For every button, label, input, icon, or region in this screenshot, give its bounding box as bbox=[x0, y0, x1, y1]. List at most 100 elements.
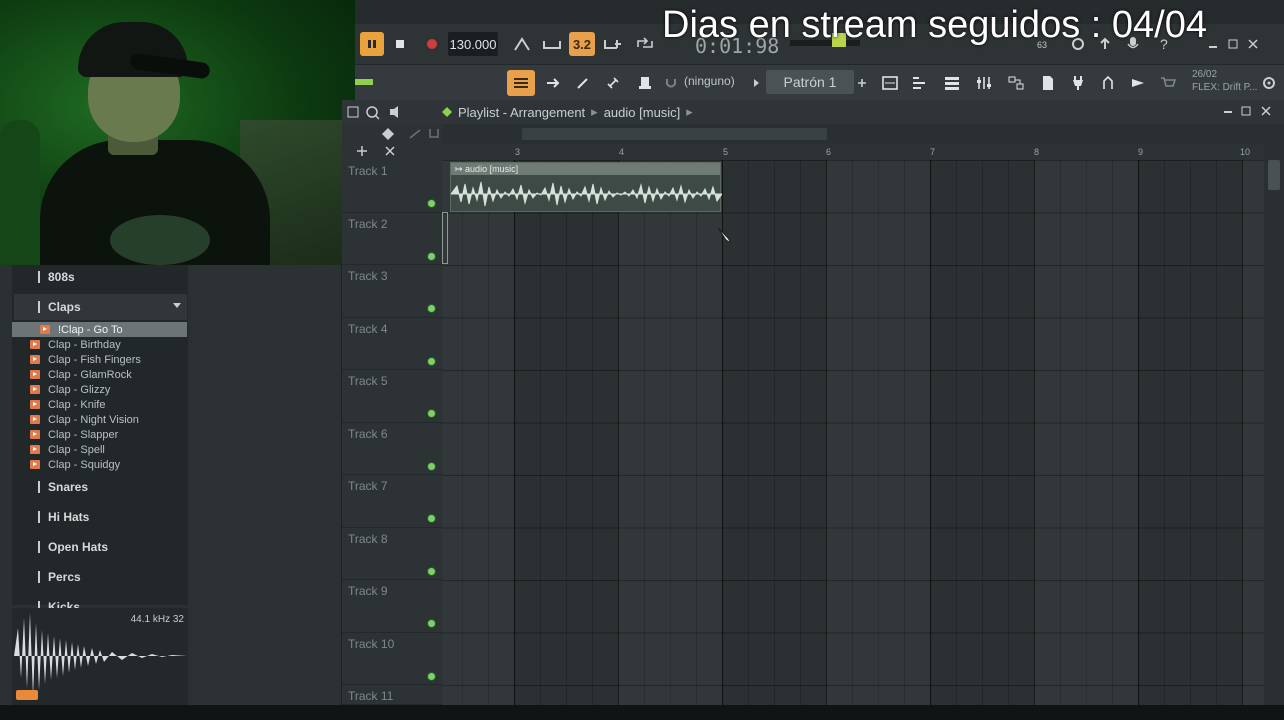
browser-file[interactable]: Clap - Glizzy bbox=[30, 382, 187, 397]
link-button[interactable] bbox=[601, 70, 625, 96]
track-header[interactable]: Track 6 bbox=[342, 423, 442, 475]
vertical-scrollbar[interactable] bbox=[1264, 144, 1284, 705]
track-mute-led[interactable] bbox=[428, 410, 435, 417]
browser-file[interactable]: Clap - Squidgy bbox=[30, 457, 187, 472]
browser-file[interactable]: Clap - Fish Fingers bbox=[30, 352, 187, 367]
browser-button[interactable] bbox=[1035, 70, 1061, 96]
piano-roll-button[interactable] bbox=[907, 70, 933, 96]
track-mute-led[interactable] bbox=[428, 462, 435, 470]
vertical-scroll-thumb[interactable] bbox=[1268, 160, 1280, 190]
playlist-window-controls[interactable] bbox=[1218, 105, 1278, 119]
playlist-arrow-icon bbox=[442, 107, 452, 117]
track-mute-led[interactable] bbox=[428, 515, 435, 522]
flex-news-panel[interactable]: 26/02 FLEX: Drift P... bbox=[1192, 68, 1257, 94]
play-button[interactable] bbox=[360, 32, 384, 56]
magnet-icon-button[interactable] bbox=[663, 70, 679, 96]
draw-tool-button[interactable] bbox=[571, 70, 595, 96]
timeline-ruler[interactable]: 3 4 5 6 7 8 9 10 bbox=[442, 144, 1264, 160]
playlist-tools-icons[interactable] bbox=[342, 124, 442, 160]
tempo-tapper-button[interactable] bbox=[1125, 70, 1151, 96]
piano-roll-icon bbox=[913, 77, 925, 89]
audio-file-icon bbox=[30, 430, 40, 439]
arrangement-grid[interactable] bbox=[442, 160, 1264, 705]
track-header[interactable]: Track 8 bbox=[342, 528, 442, 580]
breadcrumb-separator: ▸ bbox=[591, 104, 598, 119]
arrow-right-icon bbox=[547, 78, 560, 88]
browser-file[interactable]: Clap - Knife bbox=[30, 397, 187, 412]
step-button[interactable] bbox=[541, 70, 565, 96]
playlist-button[interactable] bbox=[507, 70, 535, 96]
playlist-title: Playlist - Arrangement bbox=[458, 104, 586, 120]
playlist-tool-icons[interactable] bbox=[346, 103, 420, 121]
track-mute-led[interactable] bbox=[428, 620, 435, 627]
step-edit-button[interactable] bbox=[601, 32, 625, 56]
ruler-bar-number: 9 bbox=[1138, 147, 1144, 157]
snap-selector[interactable]: (ninguno) bbox=[684, 74, 735, 88]
channel-rack-button[interactable] bbox=[939, 70, 965, 96]
track-header[interactable]: Track 1 bbox=[342, 160, 442, 213]
horizontal-scroll-thumb[interactable] bbox=[522, 128, 827, 140]
browser-file[interactable]: Clap - Slapper bbox=[30, 427, 187, 442]
track-header[interactable]: Track 9 bbox=[342, 580, 442, 633]
audio-clip-title: ↦ audio [music] bbox=[451, 163, 720, 175]
touch-keyboard-button[interactable] bbox=[1095, 70, 1121, 96]
playlist-view-button[interactable] bbox=[877, 70, 903, 96]
stop-button[interactable] bbox=[389, 32, 411, 56]
folder-percs[interactable]: Percs bbox=[14, 564, 187, 590]
track-mute-led[interactable] bbox=[428, 252, 435, 260]
paint-brush-cursor-icon bbox=[717, 227, 732, 244]
folder-icon bbox=[38, 571, 40, 583]
plugin-picker-button[interactable] bbox=[1065, 70, 1091, 96]
audio-clip[interactable]: ↦ audio [music] bbox=[450, 162, 722, 212]
tempo-display[interactable]: 130.000 bbox=[448, 32, 498, 56]
browser-file[interactable]: Clap - Birthday bbox=[30, 337, 187, 352]
folder-snares[interactable]: Snares bbox=[14, 474, 187, 500]
pattern-prev-button[interactable] bbox=[751, 70, 763, 96]
track-mute-led[interactable] bbox=[428, 567, 435, 575]
channel-rack-icon bbox=[945, 77, 959, 90]
track-mute-led[interactable] bbox=[428, 672, 435, 680]
track-header[interactable]: Track 5 bbox=[342, 370, 442, 423]
track-mute-led[interactable] bbox=[428, 305, 435, 312]
patcher-button[interactable] bbox=[1003, 70, 1029, 96]
browser-file-selected[interactable]: !Clap - Go To bbox=[12, 322, 187, 337]
flex-menu-button[interactable] bbox=[1259, 70, 1279, 96]
add-pattern-button[interactable] bbox=[855, 70, 869, 96]
sample-preview: 44.1 kHz 32 bbox=[12, 608, 188, 705]
folder-icon bbox=[38, 481, 40, 493]
track-header[interactable]: Track 3 bbox=[342, 265, 442, 318]
track-mute-led[interactable] bbox=[428, 200, 435, 207]
browser-file[interactable]: Clap - GlamRock bbox=[30, 367, 187, 382]
browser-file[interactable]: Clap - Spell bbox=[30, 442, 187, 457]
track-header[interactable]: Track 10 bbox=[342, 633, 442, 685]
track-2-empty-slot[interactable] bbox=[442, 212, 448, 264]
folder-open-hats[interactable]: Open Hats bbox=[14, 534, 187, 560]
bottom-strip bbox=[0, 705, 1284, 720]
track-header[interactable]: Track 2 bbox=[342, 213, 442, 265]
metronome-button[interactable] bbox=[510, 32, 534, 56]
shop-button[interactable] bbox=[1155, 70, 1181, 96]
sample-waveform bbox=[14, 613, 187, 700]
folder-kicks[interactable]: Kicks bbox=[14, 594, 187, 608]
cart-icon bbox=[1161, 77, 1176, 87]
track-header[interactable]: Track 4 bbox=[342, 318, 442, 370]
mixer-button[interactable] bbox=[971, 70, 997, 96]
folder-claps[interactable]: Claps bbox=[14, 294, 187, 320]
pause-icon bbox=[368, 40, 376, 48]
wait-input-button[interactable] bbox=[540, 32, 564, 56]
horizontal-scrollbar[interactable] bbox=[442, 124, 1284, 144]
countdown-button[interactable]: 3.2 bbox=[569, 32, 595, 56]
loop-record-button[interactable] bbox=[633, 32, 657, 56]
folder-808s[interactable]: 808s bbox=[14, 264, 187, 290]
browser-file[interactable]: Clap - Night Vision bbox=[30, 412, 187, 427]
track-mute-led[interactable] bbox=[428, 357, 435, 365]
folder-hi-hats[interactable]: Hi Hats bbox=[14, 504, 187, 530]
stamp-button[interactable] bbox=[633, 70, 657, 96]
track-name: Track 1 bbox=[348, 164, 388, 178]
track-header[interactable]: Track 11 bbox=[342, 685, 442, 705]
record-button[interactable] bbox=[421, 32, 443, 56]
pattern-selector[interactable]: Patrón 1 bbox=[766, 70, 854, 94]
audio-file-icon bbox=[30, 355, 40, 364]
track-header[interactable]: Track 7 bbox=[342, 475, 442, 528]
clip-arrow-icon: ↦ bbox=[455, 164, 466, 174]
